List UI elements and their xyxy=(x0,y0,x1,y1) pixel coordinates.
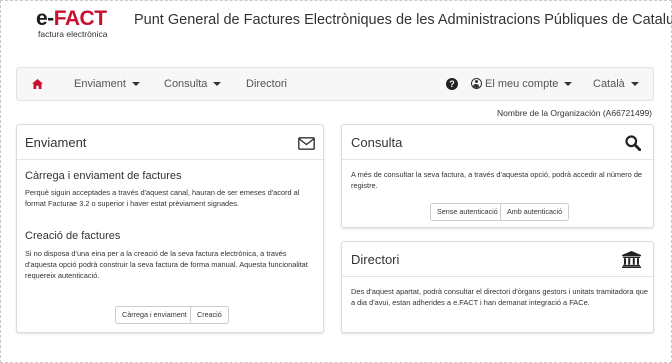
upload-send-button[interactable]: Càrrega i enviament xyxy=(115,306,194,324)
nav-account-label: El meu compte xyxy=(485,78,559,90)
help-icon[interactable]: ? xyxy=(446,78,458,90)
nav-consulta[interactable]: Consulta xyxy=(164,68,222,100)
nav-enviament[interactable]: Enviament xyxy=(74,68,140,100)
directori-panel-title: Directori xyxy=(351,252,400,267)
nav-consulta-label: Consulta xyxy=(164,78,208,90)
panel-divider xyxy=(342,276,653,277)
consulta-panel: Consulta A més de consultar la seva fact… xyxy=(341,124,654,228)
panel-divider xyxy=(342,159,653,160)
nav-directori[interactable]: Directori xyxy=(246,68,287,100)
chevron-down-icon xyxy=(213,82,222,87)
efact-logo[interactable]: e-FACT factura electrònica xyxy=(36,7,116,40)
nav-enviament-label: Enviament xyxy=(74,78,126,90)
envelope-icon xyxy=(298,137,315,150)
directori-panel: Directori Des d'aquest apartat, podrà co… xyxy=(341,241,654,333)
nav-language-menu[interactable]: Català xyxy=(593,68,639,100)
main-navbar: Enviament Consulta Directori ? El meu co… xyxy=(16,67,654,101)
create-section-text: Si no disposa d'una eina per a la creaci… xyxy=(25,249,308,280)
create-section-title: Creació de factures xyxy=(25,230,121,242)
nav-language-label: Català xyxy=(593,78,625,90)
upload-section-title: Càrrega i enviament de factures xyxy=(25,170,182,182)
directori-text: Des d'aquest apartat, podrà consultar el… xyxy=(351,287,648,307)
logo-wordmark: e-FACT xyxy=(36,7,107,30)
search-icon xyxy=(625,135,641,151)
nav-directori-label: Directori xyxy=(246,78,287,90)
enviament-panel-title: Enviament xyxy=(25,135,87,150)
search-auth-button[interactable]: Amb autenticació xyxy=(500,203,570,221)
create-invoice-button[interactable]: Creació xyxy=(190,306,229,324)
institution-icon xyxy=(622,251,641,268)
organization-name: Nombre de la Organización (A66721499) xyxy=(497,108,652,118)
nav-account-menu[interactable]: El meu compte xyxy=(471,68,573,100)
panel-divider xyxy=(17,159,323,160)
consulta-panel-title: Consulta xyxy=(351,135,403,150)
logo-subtitle: factura electrònica xyxy=(38,29,108,39)
enviament-panel: Enviament Càrrega i enviament de facture… xyxy=(16,124,324,333)
consulta-text: A més de consultar la seva factura, a tr… xyxy=(351,170,643,190)
search-no-auth-button[interactable]: Sense autenticació xyxy=(430,203,505,221)
chevron-down-icon xyxy=(630,82,639,87)
home-icon[interactable] xyxy=(32,79,43,89)
site-title: Punt General de Factures Electròniques d… xyxy=(134,12,672,28)
chevron-down-icon xyxy=(131,82,140,87)
chevron-down-icon xyxy=(564,82,573,87)
user-icon xyxy=(471,77,482,89)
upload-section-text: Perquè siguin acceptades a través d'aque… xyxy=(25,188,300,208)
